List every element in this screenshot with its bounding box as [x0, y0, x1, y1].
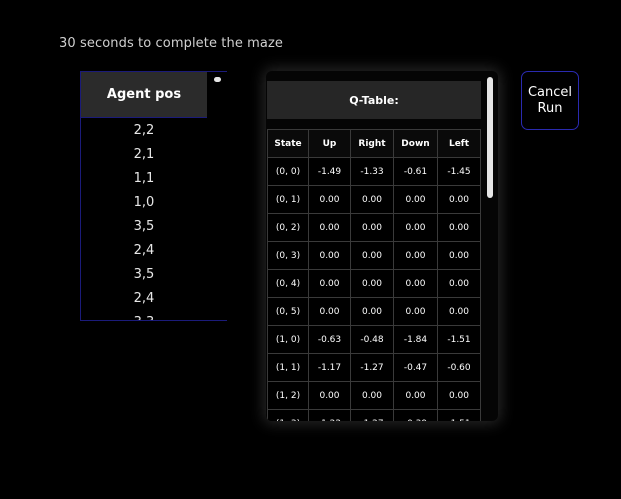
- cell-right: 0.00: [350, 185, 394, 214]
- cell-state: (1, 0): [267, 325, 309, 354]
- column-header-down: Down: [393, 129, 438, 158]
- cell-state: (0, 3): [267, 241, 309, 270]
- cell-up: -1.49: [308, 157, 351, 186]
- cell-left: -0.60: [437, 353, 481, 382]
- cell-right: 0.00: [350, 381, 394, 410]
- cell-down: 0.00: [393, 297, 438, 326]
- q-table-header-row: State Up Right Down Left: [267, 129, 481, 158]
- cell-right: 0.00: [350, 297, 394, 326]
- cell-down: -0.39: [393, 409, 438, 421]
- q-table-scrollbar[interactable]: [487, 77, 493, 198]
- cell-left: 0.00: [437, 213, 481, 242]
- table-row: (1, 1) -1.17 -1.27 -0.47 -0.60: [267, 353, 481, 382]
- cell-up: 0.00: [308, 269, 351, 298]
- cell-right: 0.00: [350, 269, 394, 298]
- table-row: (0, 2) 0.00 0.00 0.00 0.00: [267, 213, 481, 242]
- column-header-up: Up: [308, 129, 351, 158]
- cell-right: -1.33: [350, 157, 394, 186]
- agent-position-panel[interactable]: Agent pos 2,2 2,1 1,1 1,0 3,5 2,4 3,5 2,4 3,3: [80, 71, 227, 321]
- cell-left: -1.45: [437, 157, 481, 186]
- cell-right: -1.27: [350, 409, 394, 421]
- q-table-panel[interactable]: Q-Table: State Up Right Down Left (0, 0)…: [266, 71, 498, 421]
- cell-up: -1.22: [308, 409, 351, 421]
- table-row: (0, 4) 0.00 0.00 0.00 0.00: [267, 269, 481, 298]
- cell-left: 0.00: [437, 241, 481, 270]
- cell-up: 0.00: [308, 185, 351, 214]
- table-row: (1, 0) -0.63 -0.48 -1.84 -1.51: [267, 325, 481, 354]
- cell-down: 0.00: [393, 241, 438, 270]
- agent-position-item: 2,4: [133, 243, 155, 258]
- cancel-run-button[interactable]: Cancel Run: [521, 71, 579, 130]
- q-table: State Up Right Down Left (0, 0) -1.49 -1.3…: [267, 129, 481, 421]
- cell-right: 0.00: [350, 241, 394, 270]
- cell-left: 0.00: [437, 381, 481, 410]
- cell-left: 0.00: [437, 185, 481, 214]
- cell-state: (0, 5): [267, 297, 309, 326]
- column-header-state: State: [267, 129, 309, 158]
- cell-down: 0.00: [393, 381, 438, 410]
- cell-down: 0.00: [393, 269, 438, 298]
- cell-up: 0.00: [308, 213, 351, 242]
- cell-up: 0.00: [308, 241, 351, 270]
- table-row: (1, 3)-1.22-1.27-0.39-1.51: [267, 409, 481, 421]
- cell-left: -1.51: [437, 325, 481, 354]
- cell-up: -1.17: [308, 353, 351, 382]
- q-table-title: Q-Table:: [267, 81, 481, 119]
- agent-pos-header: Agent pos: [81, 72, 207, 118]
- cell-left: -1.51: [437, 409, 481, 421]
- cell-state: (0, 0): [267, 157, 309, 186]
- cell-state: (0, 4): [267, 269, 309, 298]
- agent-position-item: 2,1: [133, 147, 155, 162]
- cell-state: (1, 2): [267, 381, 309, 410]
- agent-position-item: 1,0: [133, 195, 155, 210]
- table-row: (0, 0) -1.49 -1.33 -0.61 -1.45: [267, 157, 481, 186]
- column-header-right: Right: [350, 129, 394, 158]
- cell-up: -0.63: [308, 325, 351, 354]
- table-row: (1, 2) 0.00 0.00 0.00 0.00: [267, 381, 481, 410]
- agent-position-item: 2,2: [133, 123, 155, 138]
- cell-left: 0.00: [437, 269, 481, 298]
- agent-panel-scrollbar[interactable]: [214, 77, 221, 82]
- q-table-body: (0, 0) -1.49 -1.33 -0.61 -1.45 (0, 1) 0.00 0.00…: [267, 157, 481, 421]
- cell-state: (0, 2): [267, 213, 309, 242]
- cell-up: 0.00: [308, 297, 351, 326]
- agent-position-item: 3,3: [81, 311, 207, 320]
- column-header-left: Left: [437, 129, 481, 158]
- agent-position-item: 1,1: [133, 171, 155, 186]
- cell-down: -0.47: [393, 353, 438, 382]
- cell-left: 0.00: [437, 297, 481, 326]
- cell-right: -0.48: [350, 325, 394, 354]
- cell-state: (0, 1): [267, 185, 309, 214]
- cell-up: 0.00: [308, 381, 351, 410]
- table-row: (0, 3) 0.00 0.00 0.00 0.00: [267, 241, 481, 270]
- agent-position-item: 3,5: [133, 219, 155, 234]
- maze-training-screen: 30 seconds to complete the maze Agent po…: [0, 0, 621, 499]
- cell-down: 0.00: [393, 213, 438, 242]
- cell-state: (1, 1): [267, 353, 309, 382]
- cell-down: -0.61: [393, 157, 438, 186]
- agent-position-list: 2,2 2,1 1,1 1,0 3,5 2,4 3,5 2,4 3,3: [81, 119, 207, 320]
- cell-down: 0.00: [393, 185, 438, 214]
- agent-position-item: 2,4: [133, 291, 155, 306]
- cell-state: (1, 3): [267, 409, 309, 421]
- table-row: (0, 5) 0.00 0.00 0.00 0.00: [267, 297, 481, 326]
- time-limit-message: 30 seconds to complete the maze: [59, 36, 283, 51]
- table-row: (0, 1) 0.00 0.00 0.00 0.00: [267, 185, 481, 214]
- cell-down: -1.84: [393, 325, 438, 354]
- cell-right: 0.00: [350, 213, 394, 242]
- cell-right: -1.27: [350, 353, 394, 382]
- agent-position-item: 3,5: [133, 267, 155, 282]
